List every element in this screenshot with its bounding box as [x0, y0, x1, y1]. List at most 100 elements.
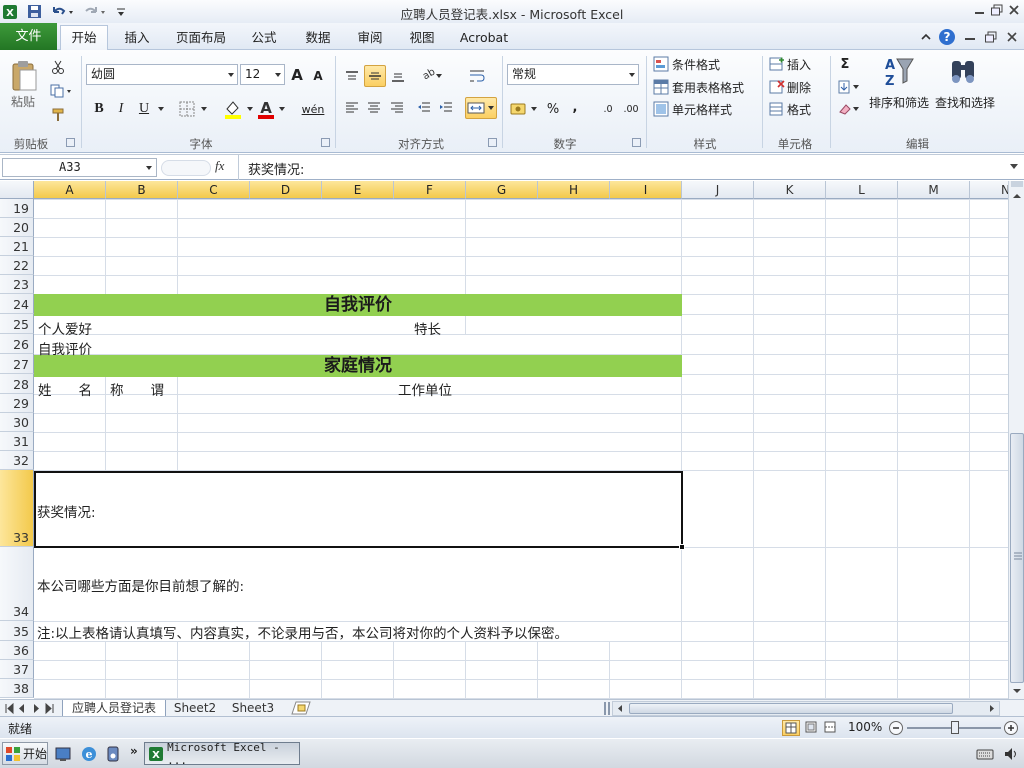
- format-as-table-icon[interactable]: [653, 79, 669, 95]
- row-header-23[interactable]: 23: [0, 275, 34, 294]
- orientation-icon[interactable]: ab: [415, 65, 445, 87]
- increase-decimal-button[interactable]: .0: [598, 98, 618, 120]
- worksheet-grid[interactable]: ABCDEFGHIJKLMN 19 20 21 22 23 24 25 26 27 28 29 30 3…: [0, 181, 1008, 699]
- underline-dropdown-icon[interactable]: [156, 103, 166, 115]
- decrease-decimal-button[interactable]: .00: [620, 98, 642, 120]
- decrease-indent-icon[interactable]: [414, 98, 434, 118]
- clipboard-launcher-icon[interactable]: [66, 138, 75, 147]
- specialty-label[interactable]: 特长: [414, 318, 441, 338]
- self-eval-label[interactable]: 自我评价: [38, 338, 92, 358]
- row-header-27[interactable]: 27: [0, 354, 34, 374]
- sort-filter-icon[interactable]: AZ: [878, 54, 918, 90]
- taskbar-excel-button[interactable]: X Microsoft Excel - ...: [144, 741, 300, 767]
- shrink-font-button[interactable]: A: [310, 67, 326, 85]
- doc-minimize-icon[interactable]: [963, 30, 977, 44]
- merge-center-icon[interactable]: [465, 97, 497, 119]
- column-header-c[interactable]: C: [178, 181, 250, 199]
- zoom-level[interactable]: 100%: [848, 720, 882, 734]
- format-cells-icon[interactable]: [769, 101, 785, 117]
- page-break-view-icon[interactable]: [822, 720, 840, 736]
- workplace-label[interactable]: 工作单位: [398, 379, 452, 399]
- confidentiality-note[interactable]: 注:以上表格请认真填写、内容真实，不论录用与否，本公司将对你的个人资料予以保密。: [37, 622, 568, 642]
- collapse-ribbon-icon[interactable]: [919, 30, 933, 44]
- insert-function-button[interactable]: fx: [215, 158, 235, 176]
- split-box[interactable]: [1011, 181, 1023, 187]
- normal-view-icon[interactable]: [782, 720, 800, 736]
- hobby-label[interactable]: 个人爱好: [38, 318, 92, 338]
- awards-cell[interactable]: [34, 471, 683, 548]
- insert-cells-button[interactable]: 插入: [787, 56, 811, 73]
- family-banner[interactable]: 家庭情况: [34, 355, 682, 377]
- media-icon[interactable]: [104, 745, 122, 763]
- row-header-28[interactable]: 28: [0, 374, 34, 394]
- cell-styles-button[interactable]: 单元格样式: [672, 101, 732, 118]
- clear-icon[interactable]: [838, 101, 862, 117]
- ie-icon[interactable]: e: [80, 745, 98, 763]
- volume-tray-icon[interactable]: [1002, 745, 1020, 763]
- sheet-nav-icon[interactable]: [4, 702, 60, 715]
- increase-indent-icon[interactable]: [436, 98, 456, 118]
- column-header-l[interactable]: L: [826, 181, 898, 199]
- desktop-icon[interactable]: [54, 745, 72, 763]
- align-middle-icon[interactable]: [364, 65, 386, 87]
- number-launcher-icon[interactable]: [632, 138, 641, 147]
- row-header-32[interactable]: 32: [0, 451, 34, 470]
- expand-formula-icon[interactable]: [1008, 159, 1022, 175]
- find-select-icon[interactable]: [943, 54, 983, 90]
- phonetic-button[interactable]: wén: [298, 98, 328, 120]
- row-header-20[interactable]: 20: [0, 218, 34, 237]
- row-header-29[interactable]: 29: [0, 394, 34, 413]
- horizontal-scrollbar[interactable]: [612, 701, 1000, 716]
- column-header-e[interactable]: E: [322, 181, 394, 199]
- row-header-36[interactable]: 36: [0, 641, 34, 660]
- align-left-icon[interactable]: [342, 98, 362, 118]
- doc-close-icon[interactable]: [1005, 30, 1019, 44]
- delete-cells-icon[interactable]: [769, 79, 785, 95]
- help-icon[interactable]: ?: [938, 28, 956, 46]
- want-know-label[interactable]: 本公司哪些方面是你目前想了解的:: [37, 575, 244, 595]
- column-header-n[interactable]: N: [970, 181, 1008, 199]
- font-size-combo[interactable]: 12: [240, 64, 285, 85]
- grow-font-button[interactable]: A: [289, 65, 305, 85]
- find-select-button[interactable]: 查找和选择: [935, 94, 995, 111]
- sheet-tab-3[interactable]: Sheet3: [226, 700, 280, 717]
- cut-icon[interactable]: [48, 58, 68, 76]
- restore-icon[interactable]: [990, 3, 1004, 17]
- name-label[interactable]: 姓 名: [38, 379, 92, 399]
- column-header-m[interactable]: M: [898, 181, 970, 199]
- row-header-30[interactable]: 30: [0, 413, 34, 432]
- row-header-19[interactable]: 19: [0, 199, 34, 218]
- underline-button[interactable]: U: [134, 99, 154, 119]
- tab-view[interactable]: 视图: [400, 27, 444, 50]
- insert-cells-icon[interactable]: [769, 56, 785, 72]
- self-eval-banner[interactable]: 自我评价: [34, 294, 682, 316]
- formula-input[interactable]: 获奖情况:: [248, 159, 304, 178]
- column-header-b[interactable]: B: [106, 181, 178, 199]
- column-header-h[interactable]: H: [538, 181, 610, 199]
- row-header-34[interactable]: 34: [0, 547, 34, 621]
- align-top-icon[interactable]: [342, 66, 362, 86]
- column-header-k[interactable]: K: [754, 181, 826, 199]
- tab-review[interactable]: 审阅: [348, 27, 392, 50]
- column-header-j[interactable]: J: [682, 181, 754, 199]
- conditional-format-icon[interactable]: [653, 56, 669, 72]
- scroll-down-icon[interactable]: [1010, 684, 1024, 698]
- fill-icon[interactable]: [838, 79, 862, 95]
- paste-button[interactable]: 粘贴: [6, 54, 40, 114]
- fill-color-icon[interactable]: [222, 98, 256, 120]
- scroll-right-icon[interactable]: [987, 703, 997, 714]
- close-icon[interactable]: [1007, 3, 1021, 17]
- number-format-combo[interactable]: 常规: [507, 64, 639, 85]
- tab-acrobat[interactable]: Acrobat: [452, 27, 516, 50]
- sort-filter-button[interactable]: 排序和筛选: [869, 94, 929, 111]
- select-all-corner[interactable]: [0, 181, 34, 199]
- column-header-g[interactable]: G: [466, 181, 538, 199]
- format-cells-button[interactable]: 格式: [787, 101, 811, 118]
- minimize-icon[interactable]: [973, 3, 987, 17]
- tab-split-handle[interactable]: [604, 702, 610, 715]
- vertical-scrollbar[interactable]: [1008, 181, 1024, 699]
- tab-insert[interactable]: 插入: [115, 27, 159, 50]
- conditional-format-button[interactable]: 条件格式: [672, 56, 720, 73]
- column-header-a[interactable]: A: [34, 181, 106, 199]
- scroll-up-icon[interactable]: [1010, 189, 1024, 203]
